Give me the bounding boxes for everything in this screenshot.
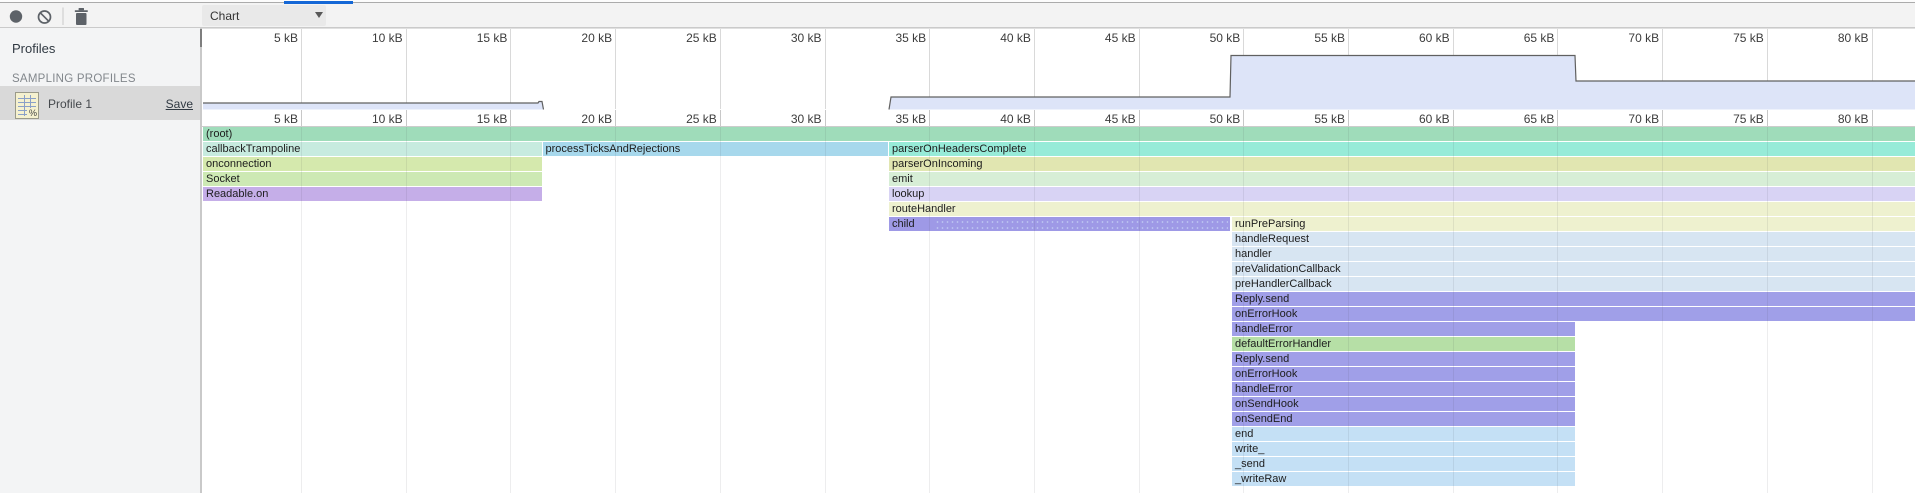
svg-text:%: % [29, 108, 37, 118]
